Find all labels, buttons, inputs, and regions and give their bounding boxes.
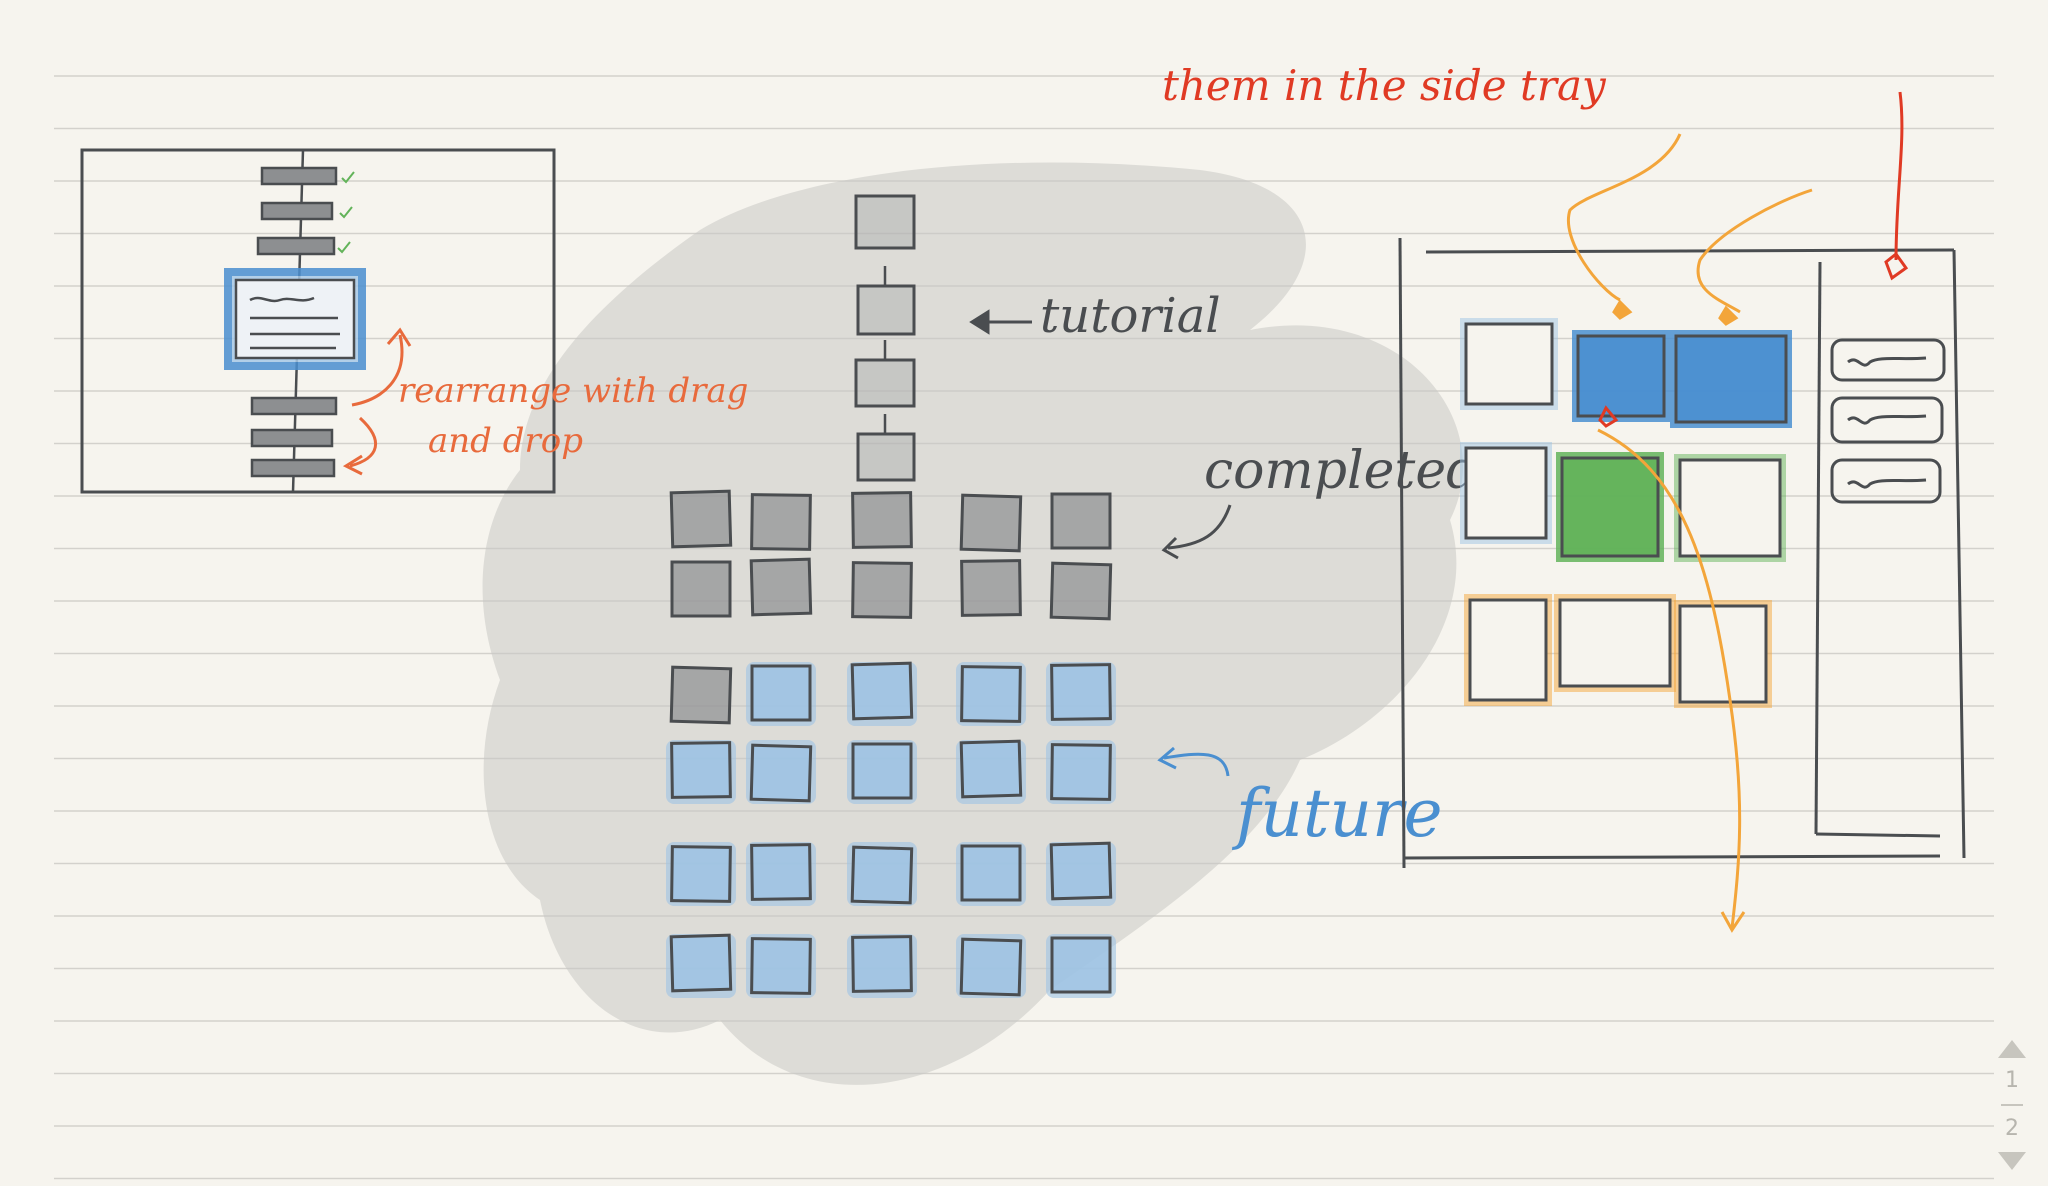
tutorial-level-tile [856, 284, 916, 336]
future-level-tile [959, 937, 1023, 997]
board-tile [1674, 334, 1788, 424]
future-label: future [1231, 775, 1443, 852]
tutorial-label: tutorial [1040, 288, 1221, 344]
completed-level-tile [1050, 492, 1112, 550]
tutorial-level-tile [856, 432, 916, 482]
completed-level-tile [669, 489, 733, 549]
side-tray-note: them in the side tray [1162, 61, 1607, 110]
current-page: 1 [2005, 1068, 2019, 1093]
board-tiles-sketch [1460, 318, 1792, 708]
completed-level-tile [960, 559, 1022, 617]
future-level-tile [749, 743, 813, 803]
completed-label: completed [1204, 441, 1479, 501]
board-tile [1464, 446, 1548, 540]
future-level-tile [750, 843, 812, 901]
future-level-tile [750, 937, 812, 995]
completed-level-tile [669, 665, 733, 725]
future-level-tile [1049, 841, 1113, 901]
previous-page-icon[interactable] [1998, 1040, 2026, 1058]
future-level-tile [850, 661, 914, 721]
rearrange-note-line2: and drop [428, 421, 583, 461]
future-level-tile [1050, 663, 1112, 721]
notebook-page: rearrange with drag and drop tutorial co… [54, 61, 1994, 1180]
completed-level-tile [851, 561, 913, 619]
completed-level-tile [670, 560, 732, 618]
future-level-tile [750, 664, 812, 722]
board-tile [1468, 598, 1548, 702]
completed-level-tile [749, 557, 813, 617]
page-navigator: 1 2 [1988, 1040, 2036, 1170]
completed-level-tile [959, 493, 1023, 553]
future-level-tile [960, 665, 1022, 723]
page-divider [2001, 1104, 2023, 1106]
board-tile [1464, 322, 1554, 406]
completed-level-tile [750, 493, 812, 551]
completed-level-tile [851, 491, 913, 549]
rearrange-note-line1: rearrange with drag [398, 371, 748, 411]
future-level-tile [1050, 936, 1112, 994]
board-tile [1678, 458, 1782, 558]
future-level-tile [851, 742, 913, 800]
future-level-tile [670, 741, 732, 799]
tutorial-level-tile [854, 358, 916, 408]
future-level-tile [960, 844, 1022, 902]
future-level-tile [670, 845, 732, 903]
board-tile [1558, 598, 1672, 688]
future-level-tile [669, 933, 733, 993]
next-page-icon[interactable] [1998, 1152, 2026, 1170]
board-tile [1576, 334, 1666, 418]
future-level-tile [850, 845, 914, 905]
future-level-tile [959, 739, 1023, 799]
future-level-tile [1050, 743, 1112, 801]
tutorial-level-tile [854, 194, 916, 250]
total-pages: 2 [2005, 1116, 2019, 1141]
completed-level-tile [1049, 561, 1113, 621]
board-tile [1560, 456, 1660, 558]
future-level-tile [851, 935, 913, 993]
